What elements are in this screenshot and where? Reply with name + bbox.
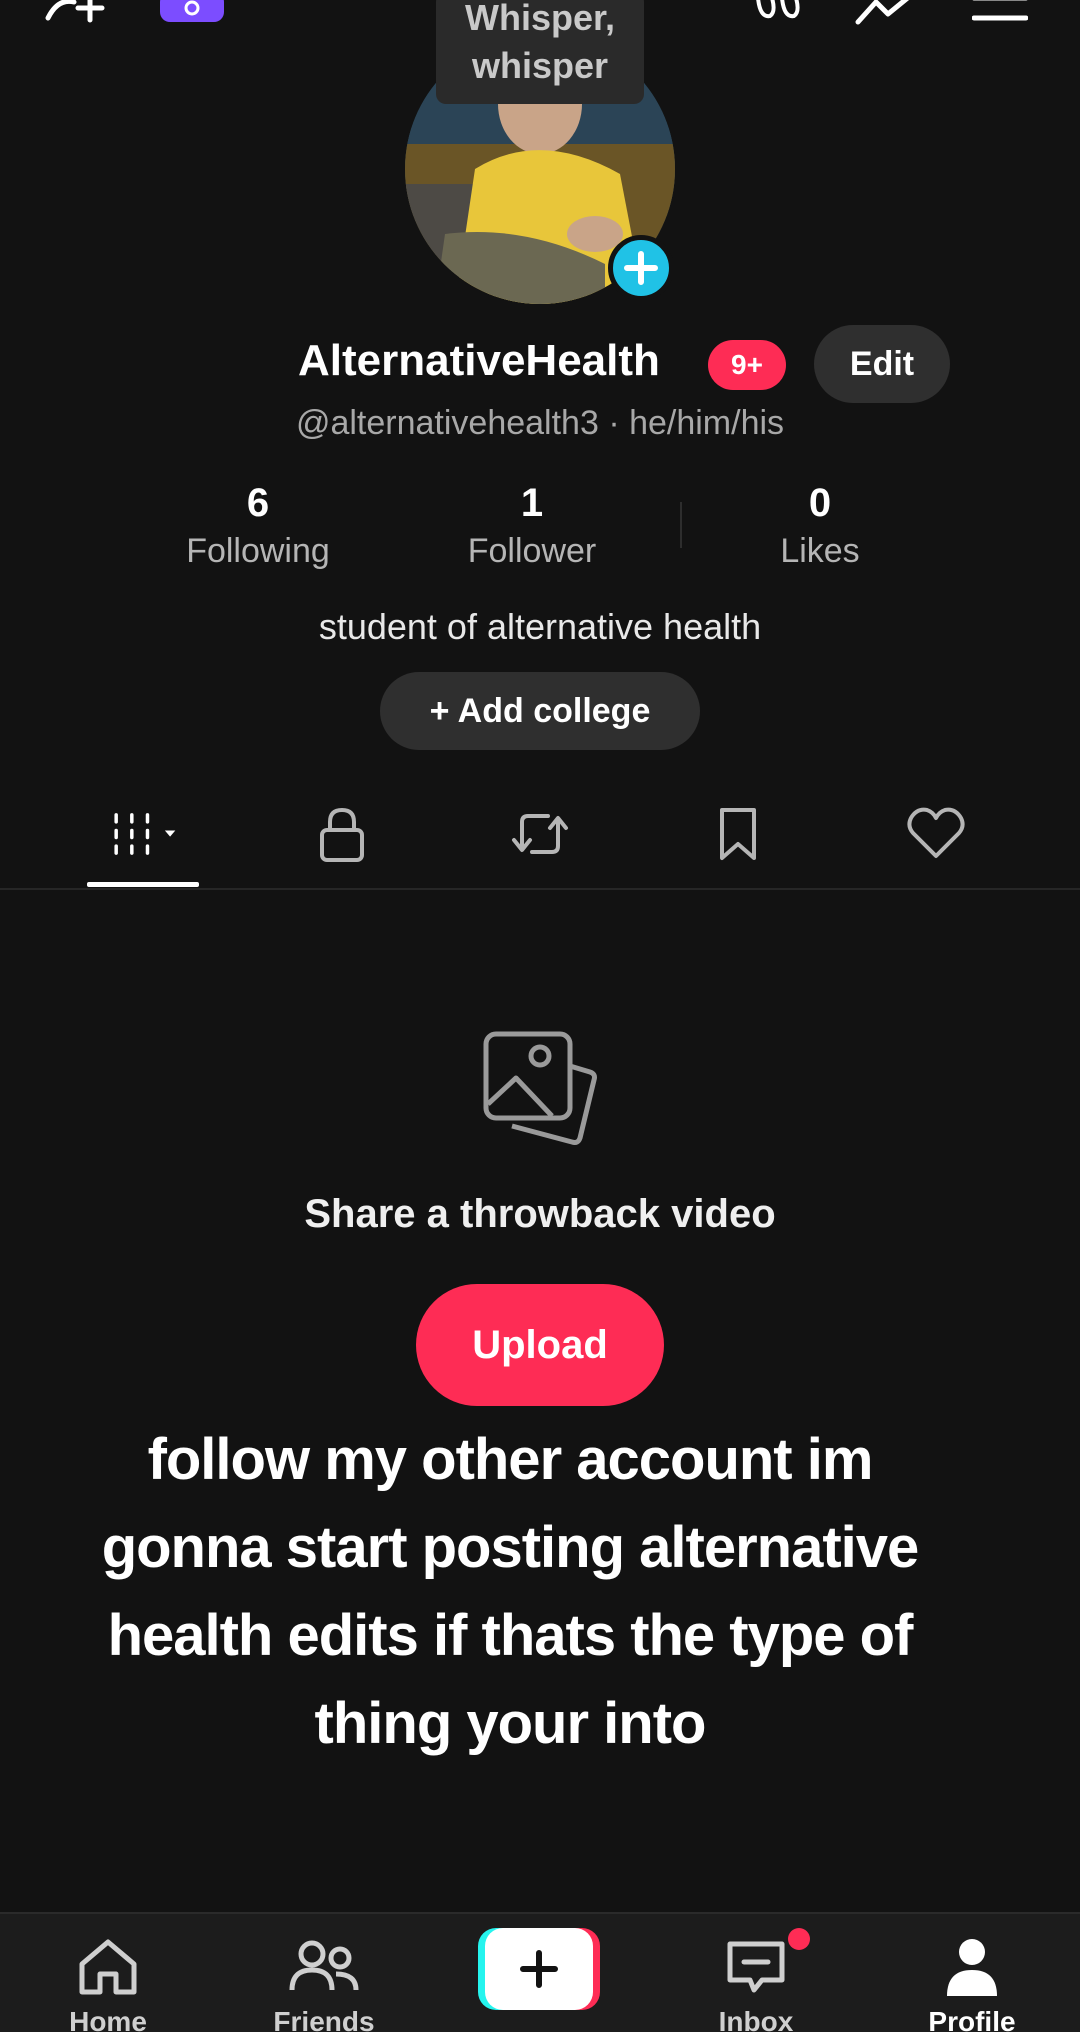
bookmark-icon: [720, 808, 756, 860]
menu-icon[interactable]: [972, 0, 1028, 26]
likes-count: 0: [808, 481, 832, 525]
tab-private[interactable]: [302, 798, 382, 870]
inbox-icon: [727, 1941, 785, 1993]
repost-icon: [512, 814, 568, 854]
following-count: 6: [246, 481, 270, 525]
friends-icon: [289, 1940, 359, 1991]
home-icon: [79, 1939, 137, 1995]
streak-badge-icon[interactable]: [160, 0, 224, 24]
nav-friends-label: Friends: [273, 2006, 375, 2032]
likes-stat[interactable]: 0 Likes: [700, 478, 940, 574]
empty-state-title: Share a throwback video: [304, 1192, 776, 1236]
heart-icon: [907, 807, 965, 858]
add-college-button[interactable]: + Add college: [380, 672, 700, 750]
footprints-icon[interactable]: [750, 0, 806, 26]
create-button-face: [485, 1928, 593, 2010]
add-avatar-button[interactable]: [608, 235, 674, 301]
whisper-tooltip[interactable]: Whisper, whisper: [436, 0, 644, 104]
username-handle: @alternativehealth3 · he/him/his: [295, 404, 785, 442]
plus-icon: [624, 251, 658, 285]
edit-profile-button[interactable]: Edit: [814, 325, 950, 403]
notification-badge[interactable]: 9+: [708, 340, 786, 390]
tabs-divider: [0, 888, 1080, 890]
active-tab-indicator: [87, 882, 199, 887]
profile-bio: student of alternative health: [318, 606, 762, 647]
tooltip-line-2: whisper: [471, 45, 609, 86]
tab-reposts[interactable]: [500, 798, 580, 870]
likes-label: Likes: [780, 532, 860, 570]
display-name: AlternativeHealth: [298, 336, 660, 385]
grid-dropdown-icon: [114, 813, 176, 855]
stats-divider: [680, 502, 682, 548]
nav-profile[interactable]: Profile: [882, 1914, 1062, 2032]
plus-icon: [520, 1950, 558, 1988]
lock-icon: [320, 807, 364, 862]
nav-inbox[interactable]: Inbox: [666, 1914, 846, 2032]
tab-liked[interactable]: [896, 798, 976, 870]
upload-button[interactable]: Upload: [416, 1284, 664, 1406]
nav-home-label: Home: [69, 2006, 147, 2032]
nav-friends[interactable]: Friends: [234, 1914, 414, 2032]
following-label: Following: [186, 532, 330, 570]
overlay-caption: follow my other account im gonna start p…: [101, 1427, 920, 1756]
tab-favorites[interactable]: [698, 798, 778, 870]
analytics-icon[interactable]: [854, 0, 916, 26]
nav-home[interactable]: Home: [18, 1914, 198, 2032]
followers-stat[interactable]: 1 Follower: [412, 478, 652, 574]
follower-label: Follower: [467, 532, 597, 570]
add-person-icon[interactable]: [44, 0, 116, 26]
tooltip-line-1: Whisper,: [464, 0, 616, 38]
nav-profile-label: Profile: [928, 2006, 1016, 2032]
profile-icon: [947, 1939, 997, 1996]
following-stat[interactable]: 6 Following: [138, 478, 378, 574]
inbox-notification-dot: [788, 1928, 810, 1950]
create-button[interactable]: [478, 1928, 600, 2010]
follower-count: 1: [520, 481, 544, 525]
photos-icon: [476, 1026, 604, 1159]
nav-inbox-label: Inbox: [718, 2006, 794, 2032]
tab-videos[interactable]: [104, 798, 184, 870]
